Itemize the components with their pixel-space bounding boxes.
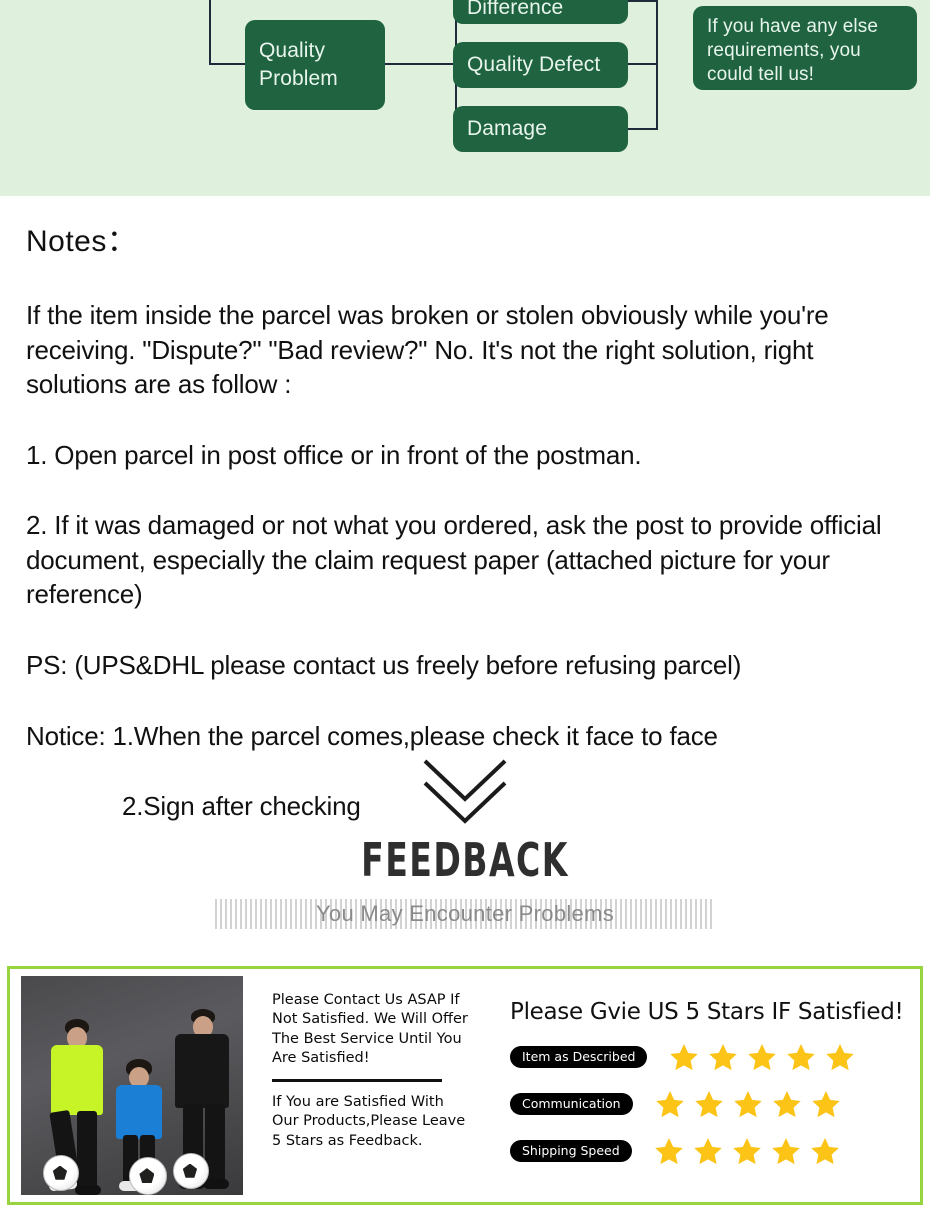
notes-title: Notes： <box>26 225 138 258</box>
flow-node-damage-label: Damage <box>467 117 547 141</box>
rating-badge-communication: Communication <box>510 1093 633 1115</box>
rating-badge-shipping-speed: Shipping Speed <box>510 1140 632 1162</box>
notes-paragraph-step-2: 2. If it was damaged or not what you ord… <box>26 510 882 610</box>
star-icon <box>772 1091 801 1118</box>
service-panel: Please Contact Us ASAP If Not Satisfied.… <box>7 966 923 1205</box>
connector-mid-horizontal <box>384 63 456 65</box>
flow-node-color-difference: Color Difference <box>453 0 628 24</box>
rating-stars-shipping-speed <box>654 1136 849 1166</box>
rating-column: Please Gvie US 5 Stars IF Satisfied! Ite… <box>482 969 920 1202</box>
rating-row-communication: Communication <box>510 1089 920 1119</box>
rating-stars-item-as-described <box>669 1042 864 1072</box>
star-icon <box>810 1138 839 1165</box>
flow-node-requirements: If you have any else requirements, you c… <box>693 6 917 90</box>
star-icon <box>709 1044 738 1071</box>
flow-node-requirements-label: If you have any else requirements, you c… <box>707 16 878 85</box>
star-icon <box>732 1138 761 1165</box>
rating-row-item-as-described: Item as Described <box>510 1042 920 1072</box>
feedback-title: FEEDBACK <box>361 833 569 887</box>
rating-badge-item-as-described: Item as Described <box>510 1046 648 1068</box>
notes-paragraph-ps: PS: (UPS&DHL please contact us freely be… <box>26 650 742 681</box>
soccer-ball-right <box>173 1153 209 1189</box>
notes-section: Notes： If the item inside the parcel was… <box>0 196 930 850</box>
notes-paragraph-notice: Notice: 1.When the parcel comes,please c… <box>26 720 718 751</box>
flow-node-quality-problem-line1: Quality <box>259 39 326 63</box>
flow-node-quality-problem: Quality Problem <box>245 20 385 110</box>
star-icon <box>694 1091 723 1118</box>
notes-paragraph-step-1: 1. Open parcel in post office or in fron… <box>26 439 642 470</box>
connector-right-horizontal-top <box>626 0 658 2</box>
rating-stars-communication <box>655 1089 850 1119</box>
connector-right-vertical <box>656 0 658 130</box>
connector-right-horizontal-middle <box>626 63 658 65</box>
rating-row-shipping-speed: Shipping Speed <box>510 1136 920 1166</box>
flow-node-quality-defect: Quality Defect <box>453 42 628 88</box>
star-icon <box>733 1091 762 1118</box>
flow-node-color-difference-label: Color Difference <box>467 0 564 20</box>
feedback-section: FEEDBACK You May Encounter Problems <box>0 755 930 929</box>
connector-right-horizontal-bottom <box>626 128 658 130</box>
soccer-ball-left <box>43 1155 79 1191</box>
star-icon <box>811 1091 840 1118</box>
flow-node-quality-defect-label: Quality Defect <box>467 53 601 77</box>
flow-node-quality-problem-line2: Problem <box>259 67 338 90</box>
chevron-down-icon <box>423 759 507 824</box>
star-icon <box>748 1044 777 1071</box>
star-icon <box>787 1044 816 1071</box>
feedback-subtitle-wrap: You May Encounter Problems <box>215 899 715 929</box>
flow-node-damage: Damage <box>453 106 628 152</box>
soccer-ball-middle <box>129 1157 167 1195</box>
star-icon <box>826 1044 855 1071</box>
star-icon <box>654 1138 683 1165</box>
contact-divider <box>272 1079 442 1083</box>
product-photo <box>18 973 246 1198</box>
star-icon <box>655 1091 684 1118</box>
connector-left-vertical <box>209 0 211 65</box>
connector-left-horizontal <box>209 63 247 65</box>
contact-primary-text: Please Contact Us ASAP If Not Satisfied.… <box>272 992 468 1066</box>
contact-secondary-text: If You are Satisfied With Our Products,P… <box>272 1094 466 1149</box>
flowchart-band: Quality Problem Color Difference Quality… <box>0 0 930 196</box>
contact-column: Please Contact Us ASAP If Not Satisfied.… <box>246 969 482 1202</box>
feedback-subtitle: You May Encounter Problems <box>315 901 615 926</box>
notes-paragraph-intro: If the item inside the parcel was broken… <box>26 300 829 400</box>
star-icon <box>771 1138 800 1165</box>
star-icon <box>693 1138 722 1165</box>
rating-title: Please Gvie US 5 Stars IF Satisfied! <box>510 999 904 1025</box>
star-icon <box>670 1044 699 1071</box>
